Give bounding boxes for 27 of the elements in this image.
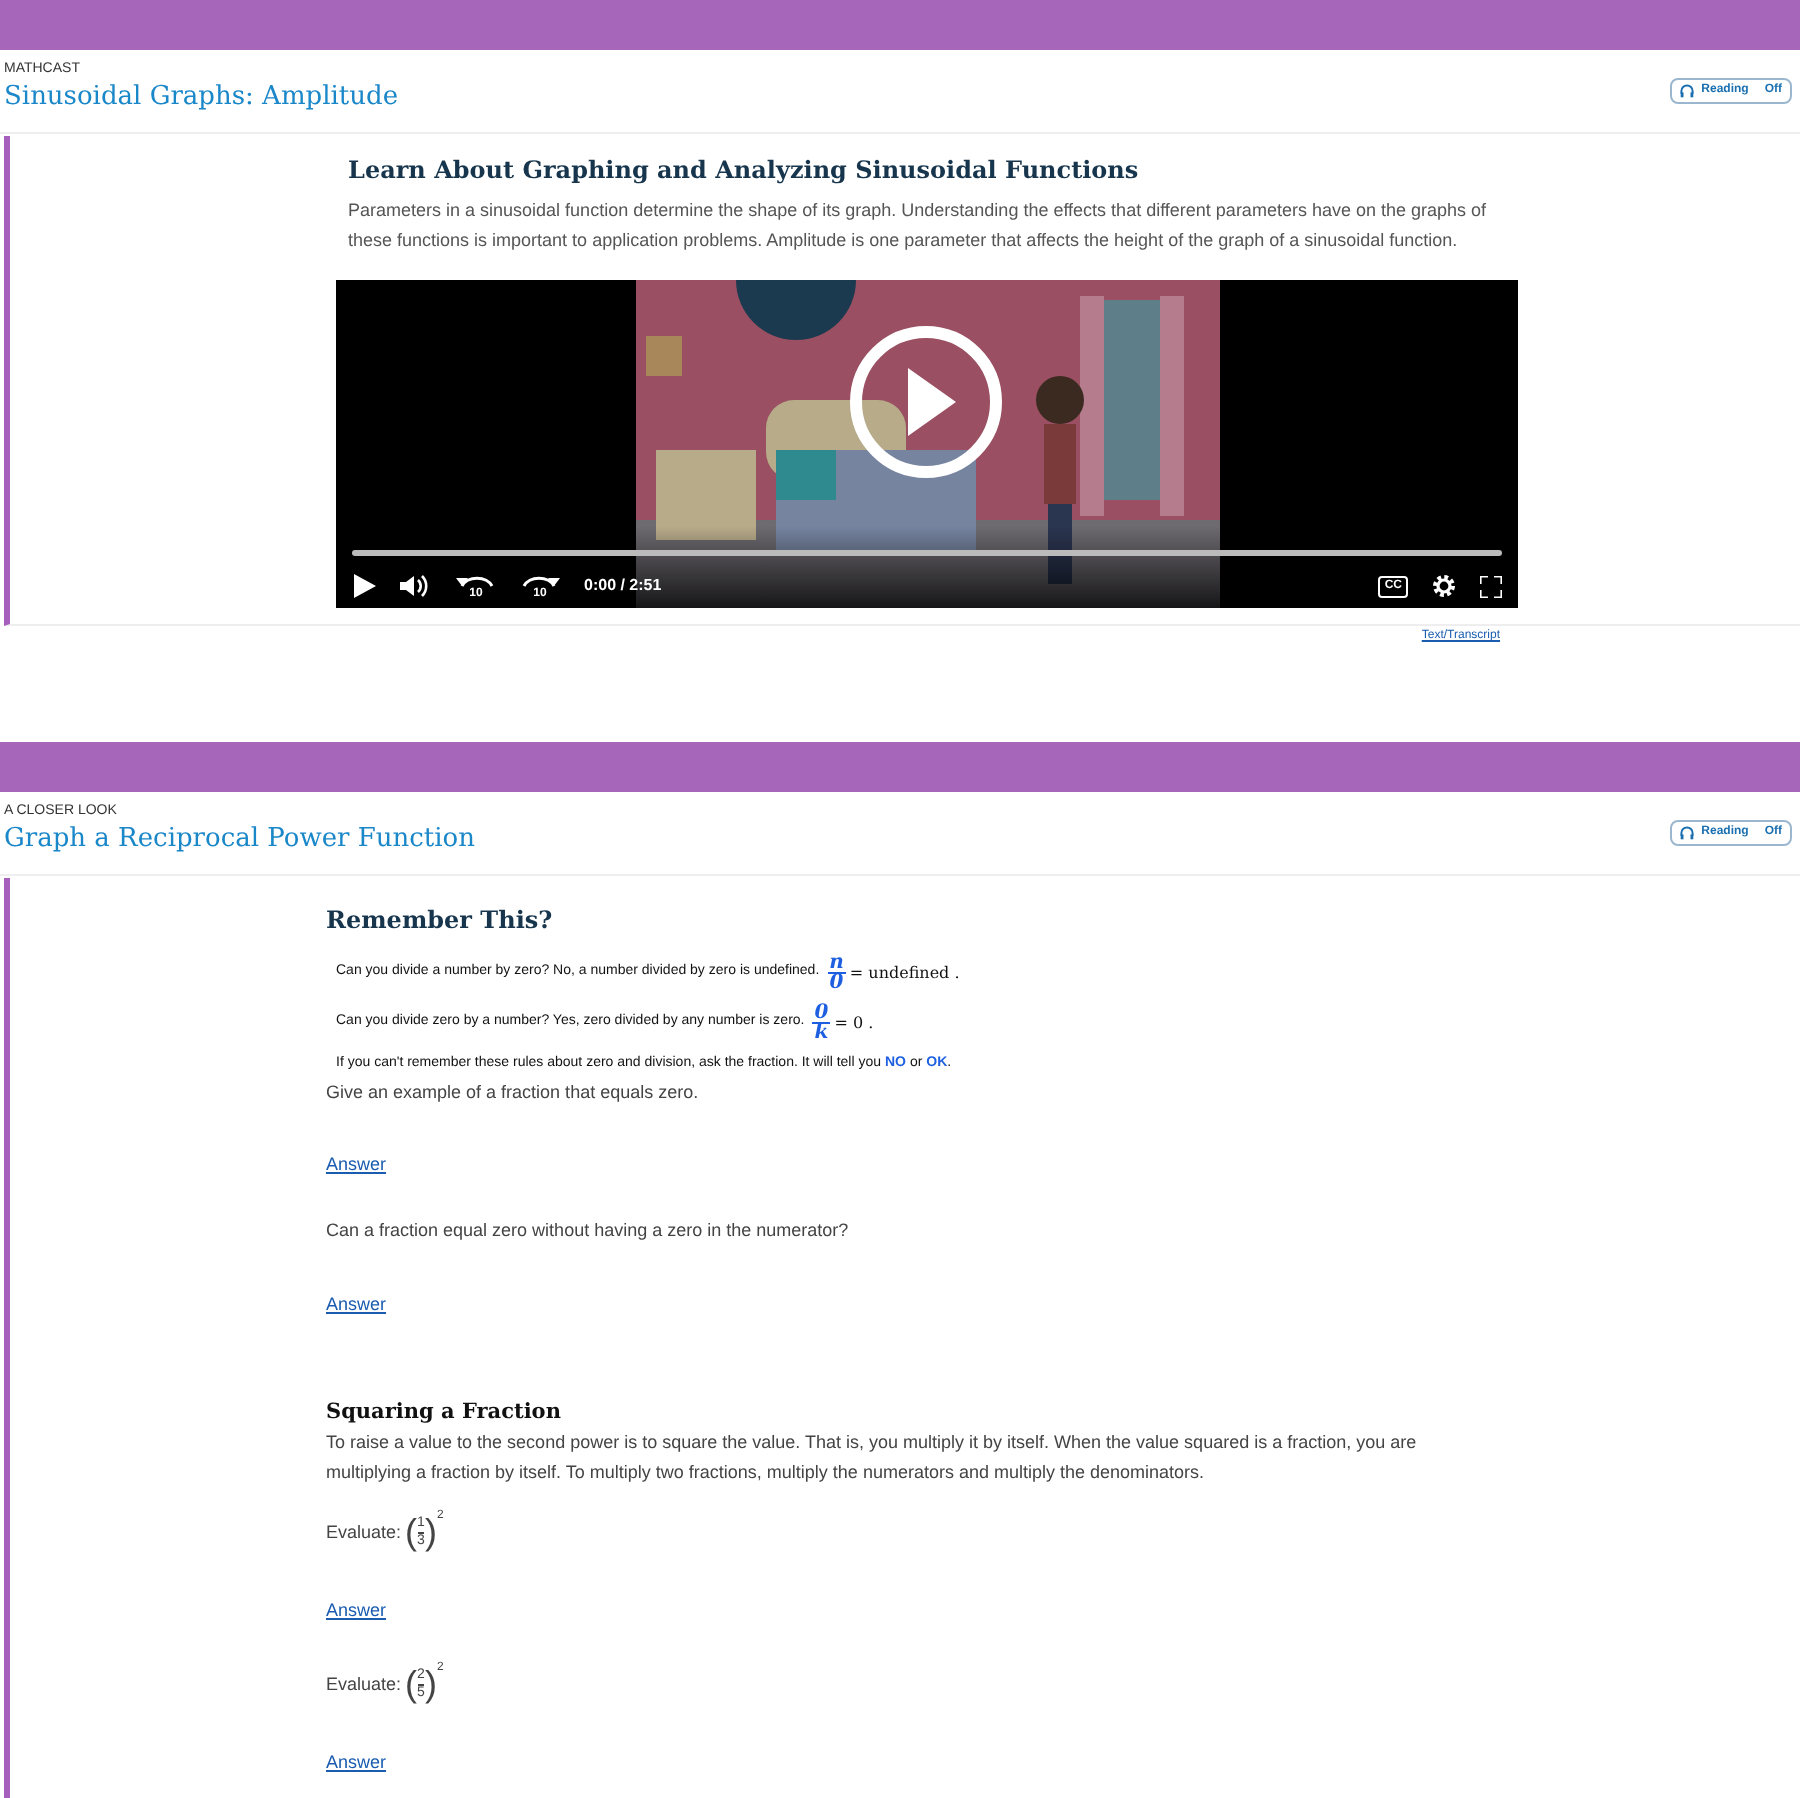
answer-link[interactable]: Answer bbox=[326, 1600, 387, 1621]
question-text: Give an example of a fraction that equals zero. bbox=[326, 1079, 701, 1106]
progress-track[interactable] bbox=[352, 550, 1502, 556]
play-icon[interactable] bbox=[352, 574, 376, 598]
volume-icon[interactable] bbox=[400, 574, 432, 598]
section-heading: Remember This? bbox=[326, 904, 555, 938]
answer-link[interactable]: Answer bbox=[326, 1293, 387, 1313]
time-display: 0:00 / 2:51 bbox=[584, 574, 662, 598]
equation-result: = 0 . bbox=[834, 1011, 874, 1035]
answer-link[interactable]: Answer bbox=[326, 1154, 387, 1174]
section-heading: Learn About Graphing and Analyzing Sinusoidal Functions bbox=[348, 154, 1141, 188]
body-text: To raise a value to the second power is to square the value. That is, you multiply it by itself. When the value squared is a fraction, you are multiplying a fraction by itself. To multiply two fractions, multiply the numerators and multiply the denominators. bbox=[326, 1430, 1419, 1487]
section-title: Sinusoidal Graphs: Amplitude bbox=[4, 80, 399, 116]
headphones-icon bbox=[1679, 84, 1694, 98]
equation-result: = undefined . bbox=[849, 961, 960, 985]
section-heading: Squaring a Fraction bbox=[326, 1397, 563, 1427]
answer-link[interactable]: Answer bbox=[326, 1752, 387, 1773]
question-text: Evaluate: bbox=[326, 1671, 402, 1697]
question-text: Evaluate: bbox=[326, 1519, 402, 1545]
fraction: n 0 bbox=[825, 954, 848, 992]
settings-icon[interactable] bbox=[1432, 574, 1456, 598]
fraction: 0 k bbox=[810, 1004, 833, 1042]
headphones-icon bbox=[1679, 826, 1694, 840]
intro-text: Parameters in a sinusoidal function determine the shape of its graph. Understanding the effects that different parameters have on the graphs of these functions is important to application problems. Amplitude is one parameter that affects the height of the graph of a sinusoidal function. bbox=[348, 198, 1489, 254]
fullscreen-icon[interactable] bbox=[1480, 575, 1502, 597]
question-text: Can a fraction equal zero without having a zero in the numerator? bbox=[326, 1218, 851, 1244]
section-title: Graph a Reciprocal Power Function bbox=[4, 822, 476, 858]
